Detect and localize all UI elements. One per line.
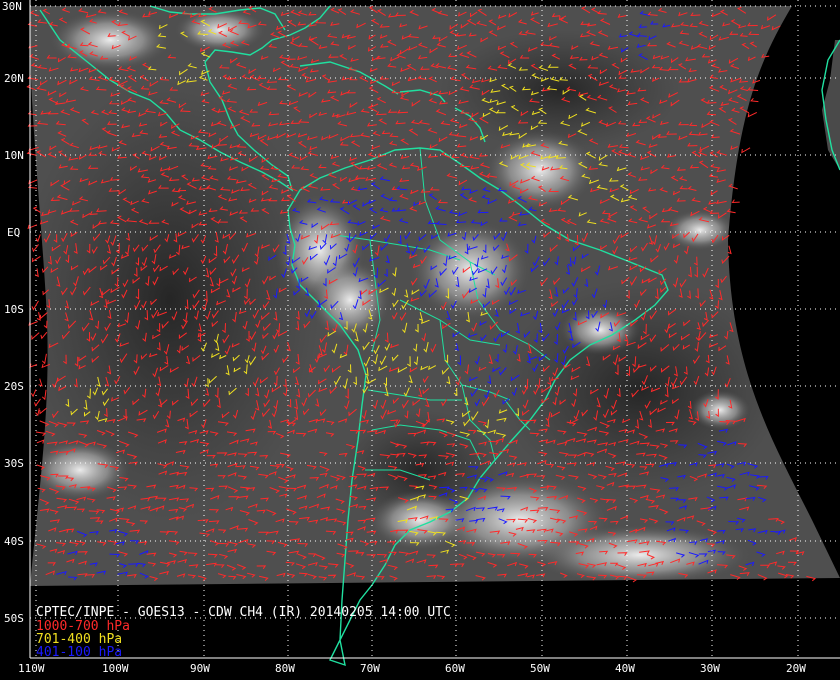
lon-label: 110W [18,662,45,675]
product-caption: CPTEC/INPE - GOES13 - CDW CH4 (IR) 20140… [36,605,451,620]
legend-high-level: 401-100 hPa [36,645,122,660]
lon-label: 20W [786,662,806,675]
lat-label: 40S [4,535,24,548]
lon-label: 100W [102,662,129,675]
lon-label: 60W [445,662,465,675]
lat-label: 10S [4,303,24,316]
lat-label: EQ [7,226,20,239]
lon-label: 70W [360,662,380,675]
lon-label: 40W [615,662,635,675]
lat-label: 20S [4,380,24,393]
lon-label: 90W [190,662,210,675]
lat-label: 30N [2,0,22,13]
lon-label: 80W [275,662,295,675]
lon-label: 30W [700,662,720,675]
satellite-map: 30N 20N 10N EQ 10S 20S 30S 40S 50S 110W … [0,0,840,680]
lat-label: 20N [4,72,24,85]
lat-label: 10N [4,149,24,162]
lat-label: 50S [4,612,24,625]
lat-label: 30S [4,457,24,470]
lon-label: 50W [530,662,550,675]
